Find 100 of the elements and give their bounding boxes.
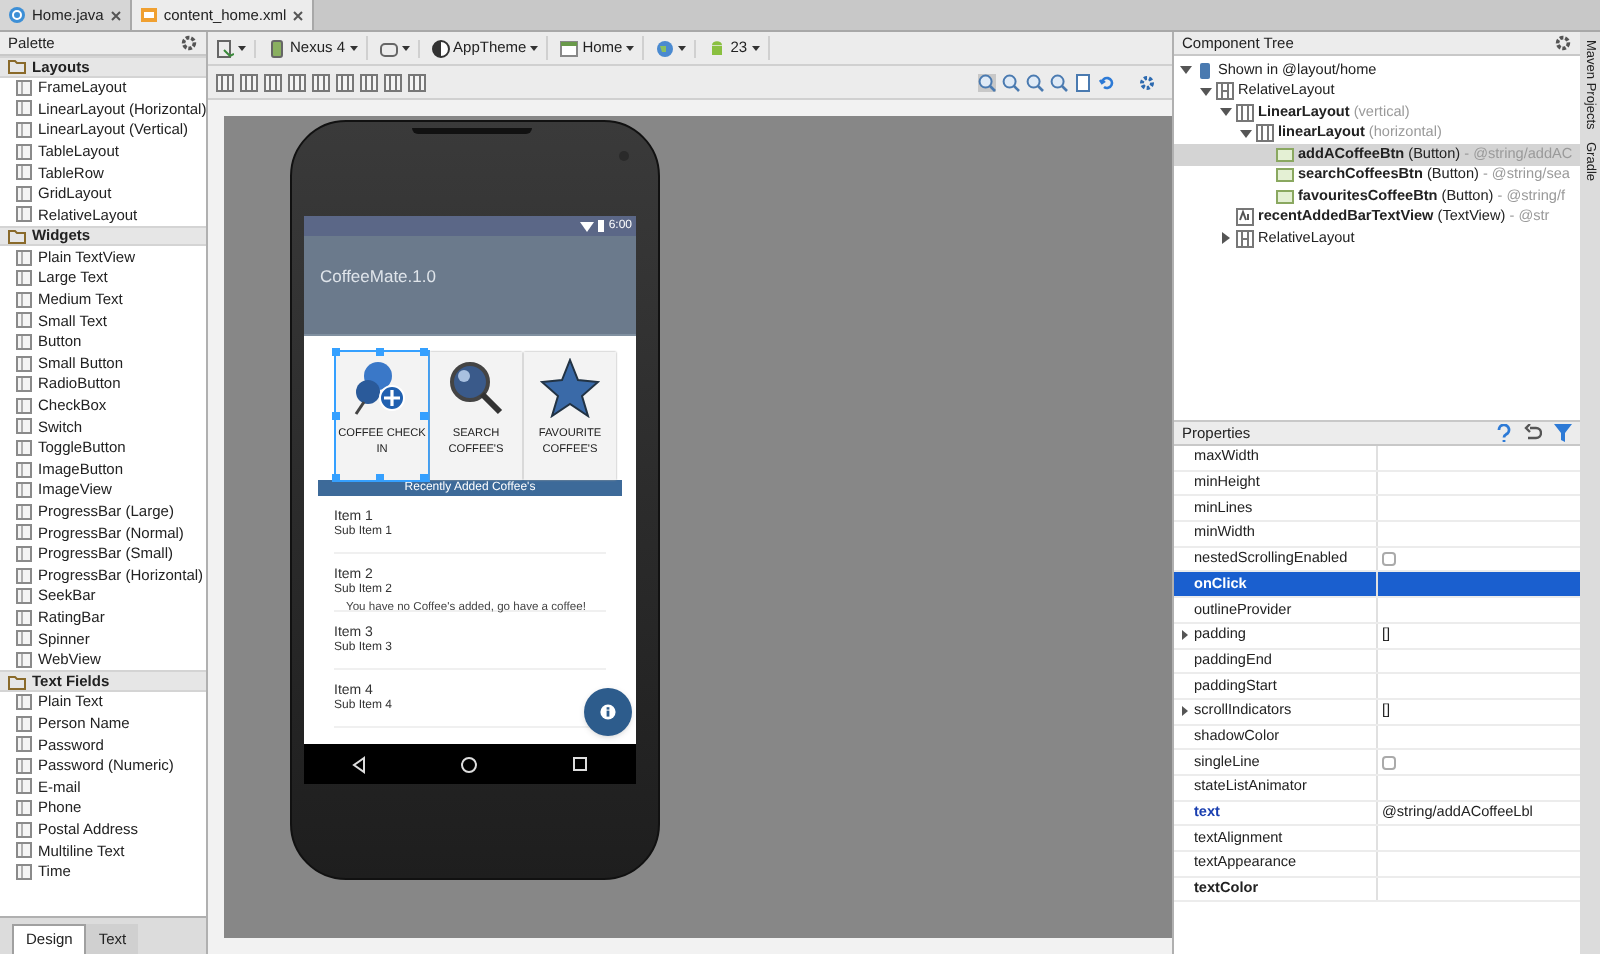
android-icon	[708, 39, 727, 57]
layout-icon[interactable]	[384, 73, 402, 91]
globe-icon	[656, 39, 675, 57]
layout-icon[interactable]	[288, 73, 306, 91]
layout-icon[interactable]	[312, 73, 330, 91]
zoom-icon[interactable]	[978, 73, 996, 91]
component-icon	[16, 249, 32, 266]
toolbar-dropdown[interactable]	[656, 39, 697, 57]
selection-handle[interactable]	[420, 412, 428, 420]
component-icon	[16, 439, 32, 456]
component-icon	[16, 482, 32, 499]
window-icon	[560, 39, 579, 57]
component-icon	[16, 778, 32, 795]
theme-icon	[431, 39, 450, 57]
layout-icon[interactable]	[360, 73, 378, 91]
layout-icon	[1236, 103, 1254, 122]
selection-handle[interactable]	[420, 474, 428, 482]
caret-icon	[751, 45, 760, 51]
zoom-icon[interactable]	[1002, 73, 1020, 91]
selection-handle[interactable]	[376, 474, 384, 482]
expand-arrow-icon[interactable]	[1180, 630, 1190, 641]
layout-icon	[1216, 82, 1234, 101]
component-icon	[16, 842, 32, 859]
info-fab[interactable]	[584, 688, 632, 736]
component-icon	[16, 821, 32, 838]
component-icon	[16, 355, 32, 372]
selection-handle[interactable]	[332, 412, 340, 420]
close-icon[interactable]	[109, 9, 122, 21]
layout-icon[interactable]	[408, 73, 426, 91]
component-icon	[16, 418, 32, 435]
toolbar-dropdown[interactable]	[379, 39, 420, 57]
help-icon[interactable]	[1496, 424, 1512, 442]
component-icon	[16, 164, 32, 181]
speaker-grille	[412, 128, 532, 134]
close-icon[interactable]	[292, 9, 305, 21]
wifi-icon	[580, 221, 595, 231]
expand-arrow-icon[interactable]	[1180, 706, 1190, 717]
settings-icon[interactable]	[1138, 73, 1156, 91]
caret-icon	[349, 45, 358, 51]
component-icon	[16, 567, 32, 584]
layout-icon[interactable]	[216, 73, 234, 91]
component-icon	[16, 545, 32, 562]
folder-icon	[8, 673, 26, 690]
component-icon	[16, 757, 32, 774]
folder-icon	[8, 58, 26, 75]
filter-icon[interactable]	[1554, 424, 1572, 442]
settings-icon[interactable]	[1554, 34, 1572, 52]
component-icon	[16, 609, 32, 626]
back-icon[interactable]	[351, 755, 366, 773]
component-icon	[16, 630, 32, 647]
component-icon	[16, 270, 32, 287]
battery-icon	[598, 220, 605, 232]
component-icon	[16, 143, 32, 160]
component-icon	[16, 185, 32, 202]
star-icon	[540, 358, 600, 418]
app-title: CoffeeMate.1.0	[320, 266, 436, 286]
component-icon	[16, 312, 32, 329]
zoom-out-icon[interactable]	[1050, 73, 1068, 91]
page-icon[interactable]	[1074, 73, 1092, 91]
component-icon	[16, 694, 32, 711]
layout-icon[interactable]	[240, 73, 258, 91]
selection-handle[interactable]	[332, 348, 340, 356]
component-icon	[16, 79, 32, 96]
caret-icon	[626, 45, 635, 51]
layout-icon[interactable]	[264, 73, 282, 91]
component-icon	[16, 800, 32, 817]
component-icon	[16, 397, 32, 414]
component-icon	[16, 376, 32, 393]
magnifier-icon	[446, 358, 506, 418]
component-icon	[16, 715, 32, 732]
toolbar-dropdown[interactable]	[216, 39, 256, 57]
caret-icon	[401, 45, 410, 51]
caret-icon	[238, 45, 246, 51]
component-icon	[16, 588, 32, 605]
selection-handle[interactable]	[376, 348, 384, 356]
component-icon	[16, 100, 32, 117]
undo-icon[interactable]	[1524, 424, 1542, 442]
refresh-icon[interactable]	[1098, 73, 1116, 91]
settings-icon[interactable]	[180, 34, 198, 52]
checkbox[interactable]	[1382, 755, 1396, 770]
checkbox[interactable]	[1382, 552, 1396, 567]
component-icon	[16, 651, 32, 668]
selection-handle[interactable]	[332, 474, 340, 482]
caret-icon	[530, 45, 539, 51]
component-icon	[16, 863, 32, 880]
recents-icon[interactable]	[572, 756, 589, 772]
expand-arrow-icon[interactable]	[1220, 232, 1232, 245]
home-icon[interactable]	[459, 755, 478, 773]
zoom-in-icon[interactable]	[1026, 73, 1044, 91]
layout-icon	[1256, 124, 1274, 143]
component-icon	[16, 736, 32, 753]
component-icon	[16, 524, 32, 541]
component-icon	[16, 334, 32, 351]
component-icon	[16, 206, 32, 223]
selection-handle[interactable]	[420, 348, 428, 356]
text-view-icon	[1236, 208, 1254, 227]
info-icon	[600, 704, 616, 720]
phone-icon	[1196, 61, 1214, 80]
xml-file-icon	[139, 6, 158, 24]
layout-icon[interactable]	[336, 73, 354, 91]
